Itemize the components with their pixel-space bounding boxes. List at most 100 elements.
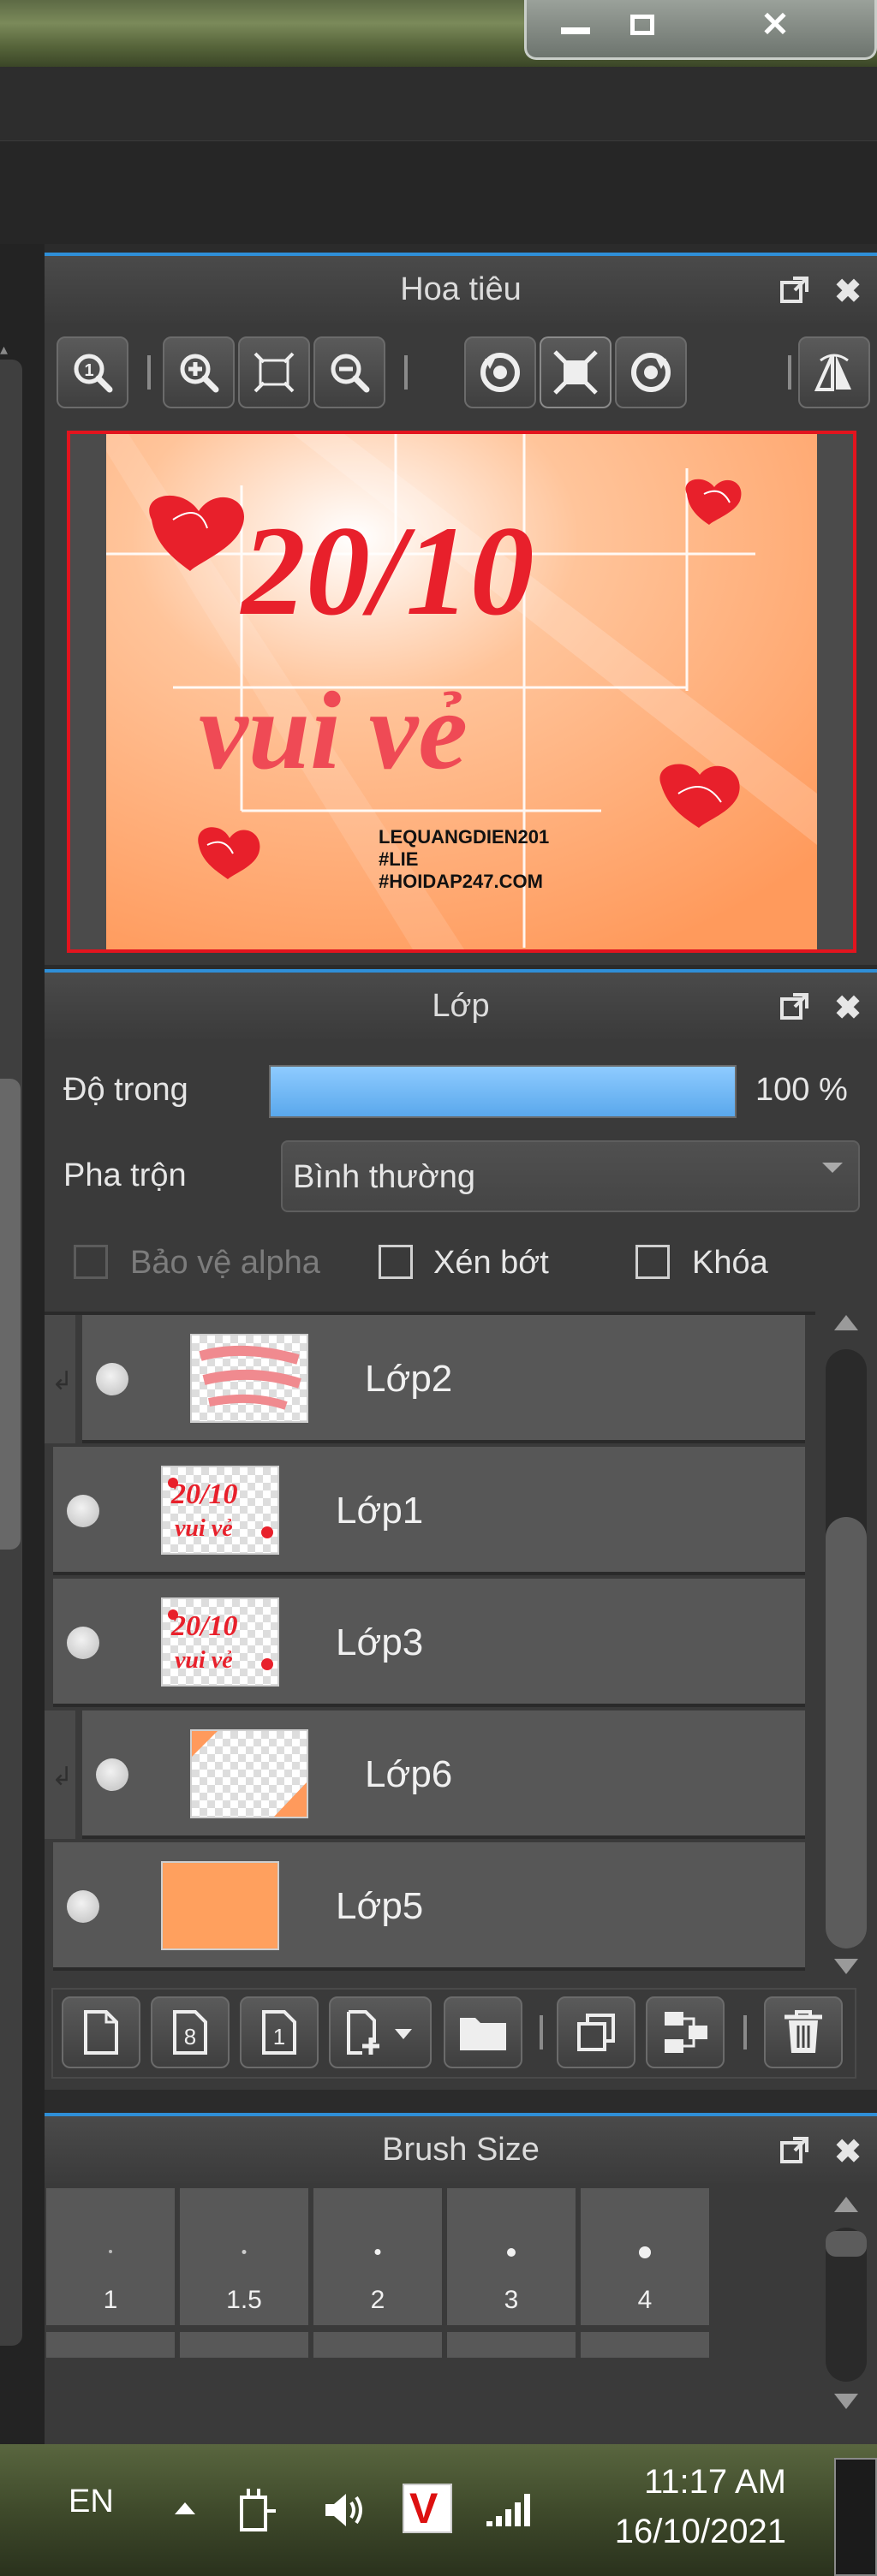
layer-name: Lớp6 <box>365 1753 453 1795</box>
zoom-in-button[interactable] <box>163 336 235 408</box>
toolbar-separator <box>404 355 408 390</box>
restore-button[interactable] <box>612 3 672 46</box>
layer-panel-title: Lớp <box>45 973 877 1039</box>
add-layer-menu-button[interactable] <box>329 1996 432 2068</box>
scroll-up-icon[interactable] <box>834 2197 858 2212</box>
layer-name: Lớp3 <box>336 1621 424 1663</box>
brush-size-label: 3 <box>504 2286 519 2314</box>
brush-size-grid: 1 1.5 2 3 4 <box>45 2188 815 2448</box>
brush-size-cell[interactable] <box>46 2332 175 2358</box>
navigator-title: Hoa tiêu <box>45 256 877 323</box>
visibility-eye-icon[interactable] <box>67 1890 99 1923</box>
brush-size-cell[interactable]: 2 <box>313 2188 442 2325</box>
new-8bit-layer-icon: 8 <box>173 2010 207 2055</box>
visibility-eye-icon[interactable] <box>67 1495 99 1527</box>
layer-row[interactable]: Lớp5 <box>53 1842 805 1971</box>
brush-size-title: Brush Size <box>45 2116 877 2183</box>
navigator-preview[interactable]: 20/10 vui vẻ LEQUANGDIEN201 #LIE #HOIDAP… <box>67 431 856 953</box>
close-panel-icon[interactable]: ✖ <box>831 991 865 1026</box>
brush-size-cell[interactable]: 4 <box>581 2188 709 2325</box>
flip-horizontal-button[interactable] <box>798 336 870 408</box>
show-hidden-icons-icon[interactable] <box>175 2502 195 2514</box>
taskbar: EN V 11:17 AM 16/10/2021 <box>0 2444 877 2576</box>
app-menubar <box>0 67 877 141</box>
lock-checkbox[interactable] <box>635 1245 670 1279</box>
navigator-panel: Hoa tiêu ✖ 1 20/10 vui vẻ LEQUANGDIEN201… <box>45 253 877 965</box>
power-plug-icon[interactable] <box>236 2485 279 2537</box>
new-8bit-layer-button[interactable]: 8 <box>151 1996 230 2068</box>
svg-text:vui vẻ: vui vẻ <box>175 1647 233 1674</box>
left-scroll-up-icon[interactable]: ▴ <box>0 341 21 358</box>
fit-screen-button[interactable] <box>238 336 310 408</box>
brush-size-label: 2 <box>370 2286 385 2314</box>
visibility-eye-icon[interactable] <box>96 1758 128 1791</box>
signal-icon[interactable] <box>485 2490 536 2532</box>
layer-row[interactable]: Lớp6 <box>82 1710 805 1839</box>
chevron-down-icon <box>822 1163 843 1173</box>
protect-alpha-label: Bảo vệ alpha <box>130 1245 320 1281</box>
brush-size-cell[interactable] <box>313 2332 442 2358</box>
svg-text:1: 1 <box>84 361 93 380</box>
scroll-up-icon[interactable] <box>834 1315 858 1330</box>
clock-date[interactable]: 16/10/2021 <box>572 2513 786 2551</box>
brush-size-cell[interactable] <box>581 2332 709 2358</box>
show-desktop-button[interactable] <box>834 2458 877 2576</box>
delete-layer-button[interactable] <box>764 1996 843 2068</box>
left-scrollbar-thumb[interactable] <box>0 1079 21 1550</box>
folder-icon <box>460 2018 506 2050</box>
layer-list: Lớp2 ↲ 20/10 vui vẻ Lớp1 20/10 vui vẻ Lớp3 <box>45 1312 815 1981</box>
brush-size-cell[interactable]: 1 <box>46 2188 175 2325</box>
layer-row[interactable]: 20/10 vui vẻ Lớp1 <box>53 1447 805 1575</box>
rotate-left-button[interactable] <box>464 336 536 408</box>
new-folder-button[interactable] <box>444 1996 522 2068</box>
clip-checkbox[interactable] <box>379 1245 413 1279</box>
visibility-eye-icon[interactable] <box>67 1627 99 1659</box>
duplicate-layer-button[interactable] <box>557 1996 635 2068</box>
rotate-right-icon <box>631 353 671 392</box>
layer-name: Lớp1 <box>336 1490 424 1532</box>
lock-label: Khóa <box>692 1245 768 1281</box>
scroll-down-icon[interactable] <box>834 2394 858 2409</box>
zoom-actual-icon: 1 <box>74 354 113 393</box>
brush-size-scrollbar[interactable] <box>815 2188 877 2448</box>
new-layer-button[interactable] <box>62 1996 140 2068</box>
minimize-button[interactable] <box>546 3 606 46</box>
volume-icon[interactable] <box>322 2489 370 2536</box>
brush-size-cell[interactable] <box>180 2332 308 2358</box>
undock-icon[interactable] <box>778 275 812 309</box>
app-tray-icon[interactable]: V <box>403 2484 452 2533</box>
brush-size-cell[interactable]: 3 <box>447 2188 576 2325</box>
layer-thumbnail <box>161 1861 279 1950</box>
new-layer-icon <box>84 2010 118 2055</box>
clock-time[interactable]: 11:17 AM <box>572 2463 786 2502</box>
language-indicator[interactable]: EN <box>69 2484 114 2520</box>
undock-icon[interactable] <box>778 2135 812 2169</box>
close-window-button[interactable]: ✕ <box>689 3 861 46</box>
brush-size-cell[interactable]: 1.5 <box>180 2188 308 2325</box>
blend-select[interactable]: Bình thường <box>281 1140 860 1212</box>
close-panel-icon[interactable]: ✖ <box>831 275 865 309</box>
merge-down-button[interactable] <box>646 1996 725 2068</box>
new-1bit-layer-button[interactable]: 1 <box>240 1996 319 2068</box>
rotate-right-button[interactable] <box>615 336 687 408</box>
layer-thumbnail <box>190 1334 308 1423</box>
undock-icon[interactable] <box>778 991 812 1026</box>
visibility-eye-icon[interactable] <box>96 1363 128 1395</box>
brush-size-cell[interactable] <box>447 2332 576 2358</box>
scroll-down-icon[interactable] <box>834 1959 858 1974</box>
layer-thumbnail: 20/10 vui vẻ <box>161 1466 279 1555</box>
layer-list-scrollbar[interactable] <box>815 1312 877 1978</box>
opacity-label: Độ trong <box>63 1072 188 1108</box>
opacity-slider[interactable] <box>269 1065 737 1118</box>
protect-alpha-checkbox[interactable] <box>74 1245 108 1279</box>
rotate-reset-button[interactable] <box>540 336 612 408</box>
canvas-big-line-2: vui vẻ <box>199 669 468 793</box>
zoom-out-button[interactable] <box>313 336 385 408</box>
layer-row[interactable]: Lớp2 <box>82 1315 805 1443</box>
zoom-actual-button[interactable]: 1 <box>57 336 128 408</box>
scrollbar-thumb[interactable] <box>826 1517 867 1948</box>
scrollbar-thumb[interactable] <box>826 2231 867 2257</box>
layer-row[interactable]: 20/10 vui vẻ Lớp3 <box>53 1579 805 1707</box>
canvas-credit-1: LEQUANGDIEN201 <box>379 826 549 848</box>
close-panel-icon[interactable]: ✖ <box>831 2135 865 2169</box>
